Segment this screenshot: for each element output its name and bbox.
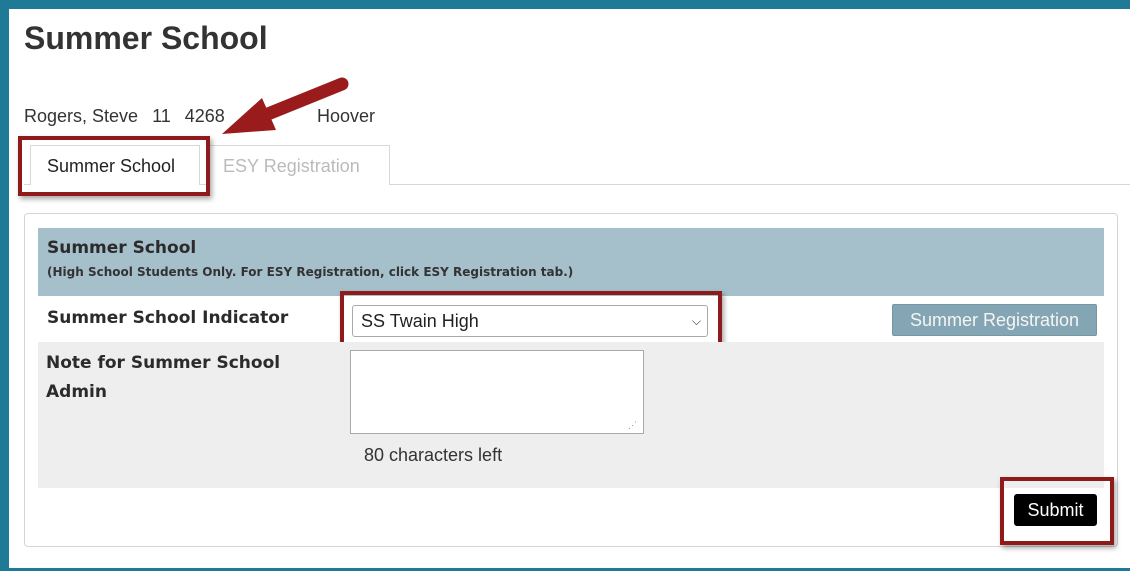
section-title: Summer School	[47, 238, 197, 258]
student-name: Rogers, Steve	[24, 106, 139, 126]
submit-highlight-box	[1000, 477, 1114, 545]
characters-left-counter: 80 characters left	[364, 445, 503, 465]
section-header: Summer School (High School Students Only…	[38, 228, 1104, 296]
annotation-arrow-icon	[222, 77, 349, 134]
tab-highlight-box	[18, 136, 210, 196]
summer-registration-button[interactable]: Summer Registration	[892, 304, 1097, 336]
note-label-line2: Admin	[46, 382, 107, 402]
note-label-line1: Note for Summer School	[46, 353, 281, 373]
note-textarea[interactable]	[350, 350, 644, 434]
indicator-label: Summer School Indicator	[47, 308, 289, 328]
page-title: Summer School	[24, 20, 268, 56]
tab-esy-registration[interactable]: ESY Registration	[206, 145, 390, 185]
student-grade: 11	[152, 106, 171, 126]
section-subtitle: (High School Students Only. For ESY Regi…	[47, 265, 574, 279]
